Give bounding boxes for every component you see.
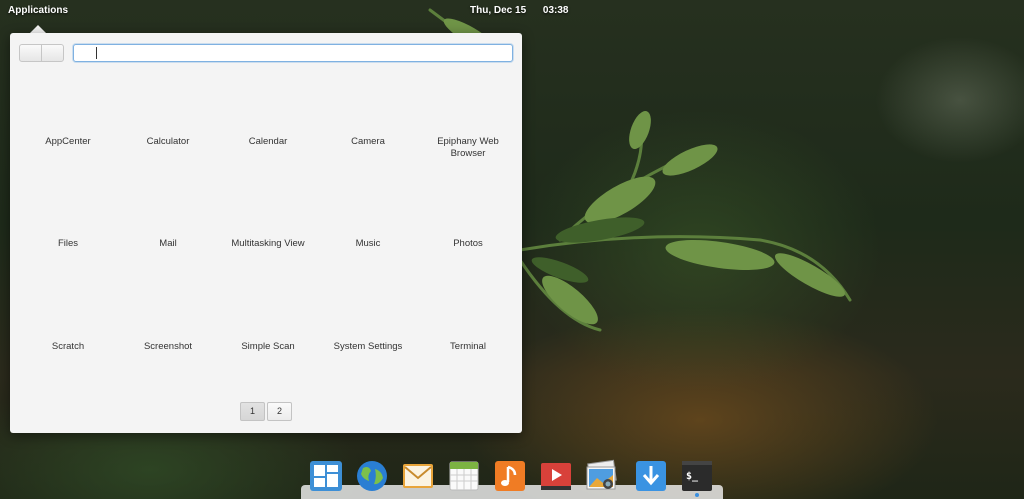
category-view-button[interactable] — [41, 45, 63, 61]
multitasking-view-icon — [310, 461, 342, 491]
app-label: Calculator — [146, 136, 190, 147]
app-label: Music — [355, 238, 381, 249]
app-files[interactable]: Files — [18, 175, 118, 278]
panel-clock[interactable]: Thu, Dec 15 03:38 — [470, 5, 569, 16]
top-panel: Applications Thu, Dec 15 03:38 — [0, 0, 1024, 22]
app-label: AppCenter — [45, 136, 91, 147]
app-appcenter[interactable]: AppCenter — [18, 73, 118, 175]
applications-launcher: AppCenter Calculator Calendar Camera Epi… — [10, 33, 522, 433]
app-label: Multitasking View — [231, 238, 305, 249]
app-camera[interactable]: Camera — [318, 73, 418, 175]
view-mode-switcher — [19, 44, 64, 62]
app-mail[interactable]: Mail — [118, 175, 218, 278]
dock-calendar[interactable] — [447, 459, 481, 493]
text-cursor — [96, 47, 97, 59]
app-calendar[interactable]: Calendar — [218, 73, 318, 175]
clock-time: 03:38 — [542, 5, 569, 16]
dock-web-browser[interactable] — [355, 459, 389, 493]
dock-appcenter[interactable] — [634, 459, 668, 493]
app-label: Mail — [159, 238, 177, 249]
page-2-button[interactable]: 2 — [267, 402, 292, 421]
app-label: Simple Scan — [241, 341, 295, 352]
clock-date: Thu, Dec 15 — [470, 5, 527, 16]
videos-icon — [541, 463, 571, 490]
app-simple-scan[interactable]: Simple Scan — [218, 278, 318, 381]
web-browser-icon — [357, 461, 387, 491]
dock-terminal[interactable]: $_ — [680, 459, 714, 493]
app-scratch[interactable]: Scratch — [18, 278, 118, 381]
dock-music[interactable] — [493, 459, 527, 493]
popover-arrow — [30, 25, 46, 33]
app-label: Terminal — [450, 341, 486, 352]
app-label: Scratch — [51, 341, 85, 352]
app-label: Calendar — [248, 136, 288, 147]
mail-icon — [403, 464, 433, 488]
app-label: Epiphany Web Browser — [437, 136, 499, 159]
app-photos[interactable]: Photos — [418, 175, 518, 278]
app-screenshot[interactable]: Screenshot — [118, 278, 218, 381]
calendar-icon — [449, 461, 479, 491]
running-indicator — [695, 493, 699, 497]
app-label: Photos — [453, 238, 483, 249]
app-epiphany-web-browser[interactable]: Epiphany Web Browser — [418, 73, 518, 175]
page-1-button[interactable]: 1 — [240, 402, 265, 421]
dock-mail[interactable] — [401, 459, 435, 493]
photos-icon — [586, 459, 617, 490]
terminal-icon: $_ — [682, 461, 712, 491]
app-music[interactable]: Music — [318, 175, 418, 278]
dock-multitasking-view[interactable] — [309, 459, 343, 493]
page-switcher: 1 2 — [240, 402, 292, 421]
music-icon — [495, 461, 525, 491]
app-label: System Settings — [333, 341, 403, 352]
app-terminal[interactable]: Terminal — [418, 278, 518, 381]
app-label: Files — [57, 238, 79, 249]
grid-view-button[interactable] — [20, 45, 41, 61]
dock-photos[interactable] — [585, 459, 619, 493]
app-calculator[interactable]: Calculator — [118, 73, 218, 175]
applications-menu-button[interactable]: Applications — [8, 5, 68, 16]
appcenter-download-icon — [636, 461, 666, 491]
app-grid: AppCenter Calculator Calendar Camera Epi… — [18, 73, 518, 381]
app-label: Screenshot — [143, 341, 193, 352]
dock-videos[interactable] — [539, 459, 573, 493]
app-multitasking-view[interactable]: Multitasking View — [218, 175, 318, 278]
search-input[interactable] — [73, 44, 513, 62]
terminal-icon-text: $_ — [686, 471, 699, 482]
app-label: Camera — [351, 136, 385, 147]
app-system-settings[interactable]: System Settings — [318, 278, 418, 381]
